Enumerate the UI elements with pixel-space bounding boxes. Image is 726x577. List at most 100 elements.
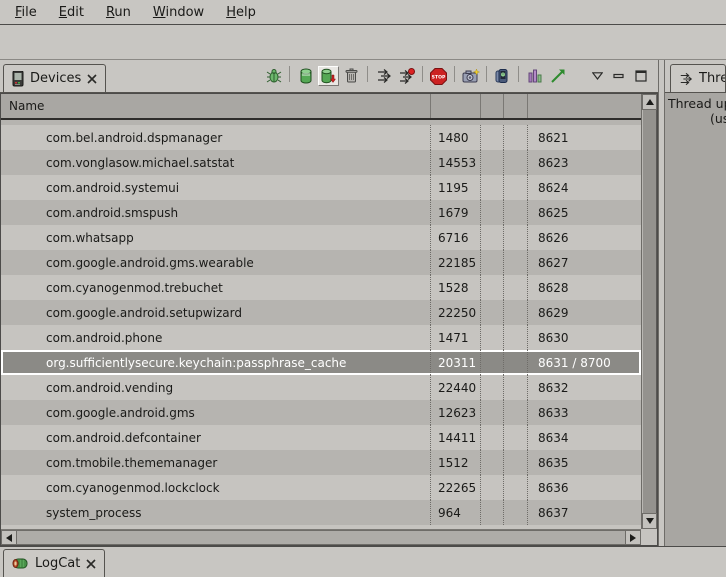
device-view-icon <box>495 68 510 84</box>
process-name: com.android.defcontainer <box>1 425 431 450</box>
process-status2 <box>504 300 528 325</box>
scroll-up-button[interactable] <box>642 94 657 110</box>
process-row[interactable]: com.google.android.gms 12623 8633 <box>1 400 641 425</box>
process-port: 8626 <box>528 225 641 250</box>
process-row[interactable]: com.google.android.gms.wearable 22185 86… <box>1 250 641 275</box>
menu-item-run[interactable]: Run <box>95 1 142 24</box>
menu-label-mnemonic: W <box>153 5 166 20</box>
process-pid: 12623 <box>431 400 481 425</box>
screen-capture-button[interactable] <box>460 66 481 86</box>
process-name: com.android.smspush <box>1 200 431 225</box>
process-row[interactable]: com.whatsapp 6716 8626 <box>1 225 641 250</box>
process-name: com.android.systemui <box>1 175 431 200</box>
process-status2 <box>504 425 528 450</box>
device-view-button[interactable] <box>492 66 513 86</box>
column-header-status1[interactable] <box>481 94 504 118</box>
process-name: com.tmobile.thememanager <box>1 450 431 475</box>
process-port: 8633 <box>528 400 641 425</box>
hierarchy-arrow-button[interactable] <box>547 66 568 86</box>
tab-threads[interactable]: Threads <box>670 64 726 92</box>
tab-logcat[interactable]: LogCat <box>3 549 105 577</box>
process-row[interactable]: com.bel.android.dspmanager 1480 8621 <box>1 125 641 150</box>
menu-item-window[interactable]: Window <box>142 1 215 24</box>
toolbar-separator <box>367 66 368 82</box>
process-pid: 1471 <box>431 325 481 350</box>
toolbar-separator <box>422 66 423 82</box>
update-threads-button[interactable] <box>373 66 394 86</box>
arrow-right-icon <box>630 534 636 542</box>
column-header-status2[interactable] <box>504 94 528 118</box>
method-profiling-button[interactable] <box>396 66 417 86</box>
close-icon[interactable] <box>86 559 96 569</box>
process-status2 <box>504 350 528 375</box>
threads-content: Thread updates not enabled for selected … <box>665 93 726 546</box>
tab-devices-label: Devices <box>30 71 81 86</box>
process-name: com.google.android.setupwizard <box>1 300 431 325</box>
table-rows: com.bel.android.dspmanager 1480 8621 com… <box>1 120 641 529</box>
threads-message-line2: (use toolbar button to enable) <box>668 111 726 126</box>
stop-process-button[interactable]: STOP <box>428 66 449 86</box>
dump-hprof-button[interactable] <box>318 66 339 86</box>
process-name: com.bel.android.dspmanager <box>1 125 431 150</box>
menu-item-help[interactable]: Help <box>215 1 267 24</box>
arrow-up-icon <box>646 99 654 105</box>
svg-text:STOP: STOP <box>432 74 446 80</box>
process-row[interactable]: org.sufficientlysecure.keychain:passphra… <box>1 350 641 375</box>
minimize-button[interactable] <box>610 67 628 85</box>
debug-process-icon <box>266 68 282 84</box>
process-row[interactable]: com.cyanogenmod.lockclock 22265 8636 <box>1 475 641 500</box>
tab-devices[interactable]: Devices <box>3 64 106 92</box>
scroll-left-button[interactable] <box>1 530 17 545</box>
process-pid: 1528 <box>431 275 481 300</box>
debug-process-button[interactable] <box>263 66 284 86</box>
process-port: 8629 <box>528 300 641 325</box>
process-name: com.cyanogenmod.lockclock <box>1 475 431 500</box>
process-row[interactable]: com.android.defcontainer 14411 8634 <box>1 425 641 450</box>
process-name: system_process <box>1 500 431 525</box>
dump-hprof-icon <box>321 68 336 84</box>
method-profiling-icon <box>399 68 415 84</box>
process-status1 <box>481 300 504 325</box>
process-status1 <box>481 425 504 450</box>
process-row[interactable]: com.android.smspush 1679 8625 <box>1 200 641 225</box>
scroll-down-button[interactable] <box>642 513 657 529</box>
maximize-button[interactable] <box>632 67 650 85</box>
logcat-icon <box>12 557 29 570</box>
cause-gc-button[interactable] <box>341 66 362 86</box>
sysinfo-button[interactable] <box>524 66 545 86</box>
process-row[interactable]: com.android.systemui 1195 8624 <box>1 175 641 200</box>
process-row[interactable]: com.vonglasow.michael.satstat 14553 8623 <box>1 150 641 175</box>
menu-item-file[interactable]: File <box>4 1 48 24</box>
process-row[interactable]: com.google.android.setupwizard 22250 862… <box>1 300 641 325</box>
stop-process-icon: STOP <box>430 68 447 85</box>
process-status2 <box>504 125 528 150</box>
menu-item-edit[interactable]: Edit <box>48 1 95 24</box>
update-heap-button[interactable] <box>295 66 316 86</box>
column-header-port[interactable] <box>528 94 641 118</box>
process-status2 <box>504 450 528 475</box>
process-status2 <box>504 500 528 525</box>
process-row[interactable]: com.cyanogenmod.trebuchet 1528 8628 <box>1 275 641 300</box>
vertical-scroll-thumb[interactable] <box>642 110 657 513</box>
process-name: com.google.android.gms <box>1 400 431 425</box>
scroll-right-button[interactable] <box>625 530 641 545</box>
menu-label-rest: un <box>114 5 130 20</box>
threads-panel: Threads Thread updates not enabled for s… <box>665 60 726 546</box>
process-pid: 22250 <box>431 300 481 325</box>
process-port: 8637 <box>528 500 641 525</box>
process-row[interactable]: com.android.phone 1471 8630 <box>1 325 641 350</box>
process-pid: 1512 <box>431 450 481 475</box>
process-row[interactable]: com.tmobile.thememanager 1512 8635 <box>1 450 641 475</box>
panel-sash[interactable] <box>658 60 665 546</box>
process-row[interactable]: com.android.vending 22440 8632 <box>1 375 641 400</box>
close-icon[interactable] <box>87 74 97 84</box>
process-port: 8632 <box>528 375 641 400</box>
view-menu-button[interactable] <box>588 67 606 85</box>
process-status1 <box>481 175 504 200</box>
process-port: 8621 <box>528 125 641 150</box>
process-status1 <box>481 400 504 425</box>
column-header-pid[interactable] <box>431 94 481 118</box>
horizontal-scroll-thumb[interactable] <box>17 530 625 545</box>
process-row[interactable]: system_process 964 8637 <box>1 500 641 525</box>
column-header-name[interactable]: Name <box>1 94 431 118</box>
